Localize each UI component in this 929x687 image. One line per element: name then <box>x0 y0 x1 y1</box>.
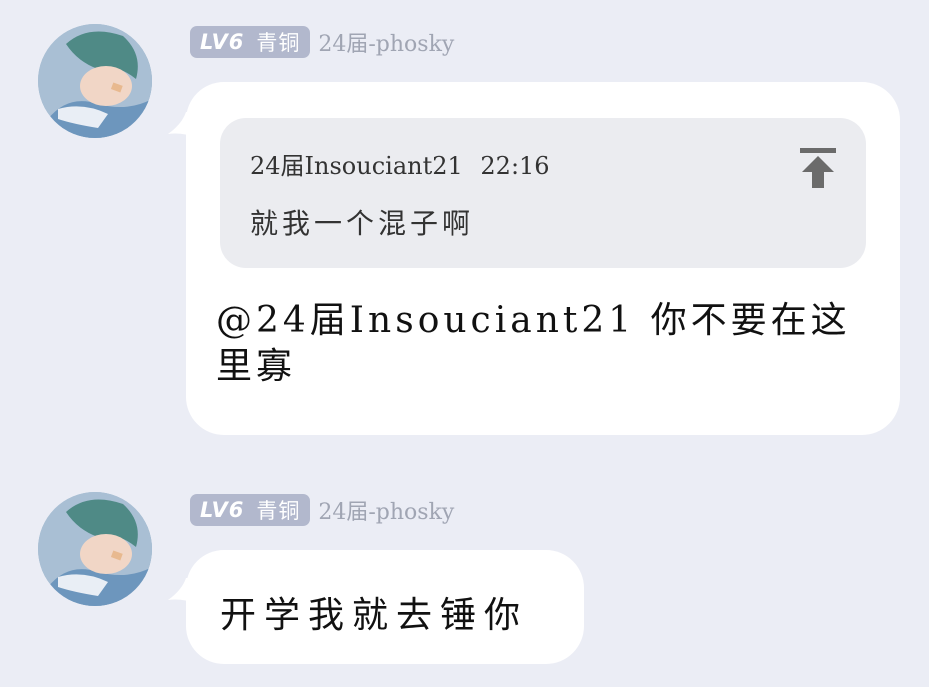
sender-name[interactable]: 24届-phosky <box>318 494 454 526</box>
level-badge: LV6 青铜 <box>190 494 311 526</box>
quote-time: 22:16 <box>480 152 550 180</box>
avatar[interactable] <box>38 492 152 606</box>
quoted-message[interactable]: 24届Insouciant21 22:16 就我一个混子啊 <box>220 118 866 268</box>
sender-meta: LV6 青铜 24届-phosky <box>190 25 454 59</box>
level-text: LV6 <box>200 30 245 54</box>
rank-text: 青铜 <box>256 31 301 55</box>
message-text: 开学我就去锤你 <box>220 595 529 636</box>
quote-header: 24届Insouciant21 22:16 <box>250 146 550 181</box>
jump-to-quote-icon[interactable] <box>800 148 836 188</box>
rank-text: 青铜 <box>256 499 301 523</box>
avatar-image <box>38 492 152 606</box>
sender-name[interactable]: 24届-phosky <box>318 26 454 58</box>
avatar-image <box>38 24 152 138</box>
message-bubble[interactable]: 开学我就去锤你 <box>186 550 584 664</box>
level-text: LV6 <box>200 498 245 522</box>
quote-text: 就我一个混子啊 <box>250 207 475 240</box>
level-badge: LV6 青铜 <box>190 26 311 58</box>
sender-meta: LV6 青铜 24届-phosky <box>190 493 454 527</box>
message-bubble[interactable]: 24届Insouciant21 22:16 就我一个混子啊 @24届Insouc… <box>186 82 900 435</box>
message-text: @24届Insouciant21 你不要在这里寡 <box>216 300 851 387</box>
quote-author: 24届Insouciant21 <box>250 152 463 180</box>
avatar[interactable] <box>38 24 152 138</box>
